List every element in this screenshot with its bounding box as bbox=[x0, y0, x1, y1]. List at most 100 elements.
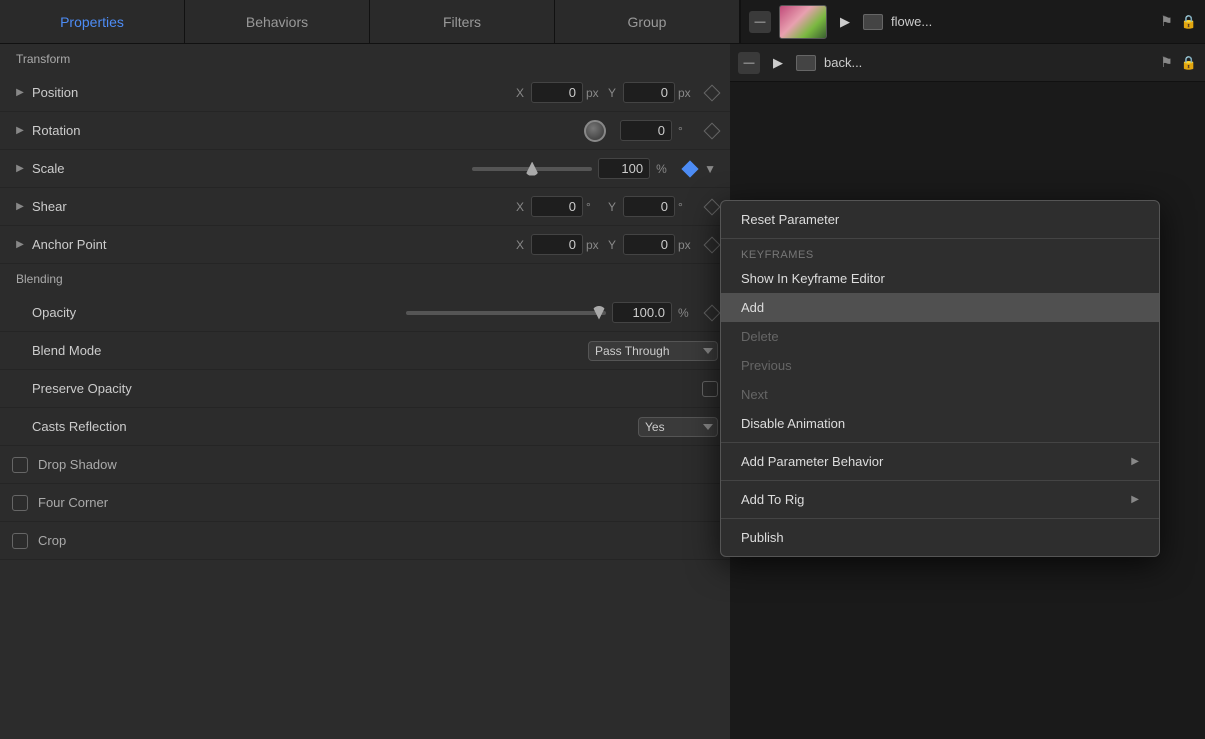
shear-x-label: X bbox=[516, 200, 528, 214]
casts-reflection-fields: Yes bbox=[142, 417, 718, 437]
opacity-value-input[interactable] bbox=[612, 302, 672, 323]
anchor-y-input[interactable] bbox=[623, 234, 675, 255]
layer1-thumbnail bbox=[779, 5, 827, 39]
layer1-lock-btn[interactable]: 🔒 bbox=[1181, 14, 1197, 30]
scale-dropdown-btn[interactable]: ▼ bbox=[702, 160, 718, 178]
scale-slider[interactable] bbox=[472, 167, 592, 171]
preserve-opacity-row: ▶ Preserve Opacity bbox=[0, 370, 730, 408]
anchor-point-keyframe[interactable] bbox=[704, 236, 721, 253]
rotation-disclosure[interactable]: ▶ bbox=[12, 123, 28, 139]
menu-item-previous[interactable]: Previous bbox=[721, 351, 1159, 380]
opacity-slider[interactable] bbox=[406, 311, 606, 315]
position-disclosure[interactable]: ▶ bbox=[12, 85, 28, 101]
four-corner-row[interactable]: Four Corner bbox=[0, 484, 730, 522]
shear-fields: X ° Y ° bbox=[142, 196, 718, 217]
menu-previous-label: Previous bbox=[741, 358, 792, 373]
position-label: Position bbox=[32, 85, 142, 100]
tab-behaviors[interactable]: Behaviors bbox=[185, 0, 370, 43]
rotation-fields: ° bbox=[142, 120, 718, 142]
shear-y-label: Y bbox=[608, 200, 620, 214]
position-y-label: Y bbox=[608, 86, 620, 100]
layer2-flag-btn[interactable]: ⚑ bbox=[1160, 54, 1173, 71]
preserve-opacity-checkbox[interactable] bbox=[702, 381, 718, 397]
anchor-x-unit: px bbox=[586, 238, 602, 252]
menu-add-param-behavior-arrow: ▶ bbox=[1131, 456, 1139, 467]
menu-item-disable-animation[interactable]: Disable Animation bbox=[721, 409, 1159, 438]
shear-keyframe[interactable] bbox=[704, 198, 721, 215]
rotation-keyframe[interactable] bbox=[704, 122, 721, 139]
menu-publish-label: Publish bbox=[741, 530, 784, 545]
shear-x-unit: ° bbox=[586, 200, 602, 214]
crop-row[interactable]: Crop bbox=[0, 522, 730, 560]
layer1-title: flowe... bbox=[891, 14, 1152, 29]
anchor-y-label: Y bbox=[608, 238, 620, 252]
position-x-group: X px bbox=[516, 82, 602, 103]
menu-item-add-parameter-behavior[interactable]: Add Parameter Behavior ▶ bbox=[721, 447, 1159, 476]
shear-y-group: Y ° bbox=[608, 196, 694, 217]
menu-add-to-rig-arrow: ▶ bbox=[1131, 494, 1139, 505]
anchor-y-unit: px bbox=[678, 238, 694, 252]
layer2-minimize-btn[interactable]: — bbox=[738, 52, 760, 74]
scale-value-input[interactable] bbox=[598, 158, 650, 179]
opacity-keyframe[interactable] bbox=[704, 304, 721, 321]
scale-keyframe[interactable] bbox=[682, 160, 699, 177]
layer2-play-btn[interactable]: ▶ bbox=[768, 53, 788, 73]
menu-divider-2 bbox=[721, 442, 1159, 443]
tab-properties[interactable]: Properties bbox=[0, 0, 185, 43]
menu-disable-animation-label: Disable Animation bbox=[741, 416, 845, 431]
menu-item-add[interactable]: Add bbox=[721, 293, 1159, 322]
anchor-point-disclosure[interactable]: ▶ bbox=[12, 237, 28, 253]
anchor-x-group: X px bbox=[516, 234, 602, 255]
casts-reflection-row: ▶ Casts Reflection Yes bbox=[0, 408, 730, 446]
shear-row: ▶ Shear X ° Y ° bbox=[0, 188, 730, 226]
shear-x-input[interactable] bbox=[531, 196, 583, 217]
position-row: ▶ Position X px Y px bbox=[0, 74, 730, 112]
shear-y-input[interactable] bbox=[623, 196, 675, 217]
scale-label: Scale bbox=[32, 161, 142, 176]
blending-section-header: Blending bbox=[0, 264, 730, 294]
tab-filters[interactable]: Filters bbox=[370, 0, 555, 43]
opacity-label: Opacity bbox=[32, 305, 142, 320]
rotation-value-input[interactable] bbox=[620, 120, 672, 141]
blend-mode-select[interactable]: Pass Through bbox=[588, 341, 718, 361]
menu-item-publish[interactable]: Publish bbox=[721, 523, 1159, 552]
anchor-point-row: ▶ Anchor Point X px Y px bbox=[0, 226, 730, 264]
rotation-row: ▶ Rotation ° bbox=[0, 112, 730, 150]
crop-checkbox[interactable] bbox=[12, 533, 28, 549]
menu-item-delete[interactable]: Delete bbox=[721, 322, 1159, 351]
position-keyframe[interactable] bbox=[704, 84, 721, 101]
anchor-x-label: X bbox=[516, 238, 528, 252]
layer2-lock-btn[interactable]: 🔒 bbox=[1181, 55, 1197, 71]
position-y-unit: px bbox=[678, 86, 694, 100]
menu-add-label: Add bbox=[741, 300, 764, 315]
opacity-fields: % bbox=[142, 302, 718, 323]
casts-reflection-select[interactable]: Yes bbox=[638, 417, 718, 437]
layer1-minimize-btn[interactable]: — bbox=[749, 11, 771, 33]
layer1-flag-btn[interactable]: ⚑ bbox=[1160, 13, 1173, 30]
property-tabs: Properties Behaviors Filters Group — ▶ f… bbox=[0, 0, 1205, 44]
blend-mode-label: Blend Mode bbox=[32, 343, 142, 358]
menu-item-next[interactable]: Next bbox=[721, 380, 1159, 409]
menu-item-add-to-rig[interactable]: Add To Rig ▶ bbox=[721, 485, 1159, 514]
layer1-play-btn[interactable]: ▶ bbox=[835, 12, 855, 32]
position-x-input[interactable] bbox=[531, 82, 583, 103]
rotation-knob[interactable] bbox=[584, 120, 606, 142]
context-menu: Reset Parameter KEYFRAMES Show In Keyfra… bbox=[720, 200, 1160, 557]
tab-group[interactable]: Group bbox=[555, 0, 740, 43]
anchor-x-input[interactable] bbox=[531, 234, 583, 255]
drop-shadow-label: Drop Shadow bbox=[38, 457, 117, 472]
menu-show-keyframe-label: Show In Keyframe Editor bbox=[741, 271, 885, 286]
menu-add-param-behavior-label: Add Parameter Behavior bbox=[741, 454, 883, 469]
position-x-unit: px bbox=[586, 86, 602, 100]
layer2-layer-icon bbox=[796, 55, 816, 71]
layer2-title: back... bbox=[824, 55, 1152, 70]
blend-mode-fields: Pass Through bbox=[142, 341, 718, 361]
position-y-input[interactable] bbox=[623, 82, 675, 103]
menu-item-reset[interactable]: Reset Parameter bbox=[721, 205, 1159, 234]
menu-item-show-keyframe-editor[interactable]: Show In Keyframe Editor bbox=[721, 264, 1159, 293]
drop-shadow-checkbox[interactable] bbox=[12, 457, 28, 473]
shear-disclosure[interactable]: ▶ bbox=[12, 199, 28, 215]
four-corner-checkbox[interactable] bbox=[12, 495, 28, 511]
scale-disclosure[interactable]: ▶ bbox=[12, 161, 28, 177]
drop-shadow-row[interactable]: Drop Shadow bbox=[0, 446, 730, 484]
